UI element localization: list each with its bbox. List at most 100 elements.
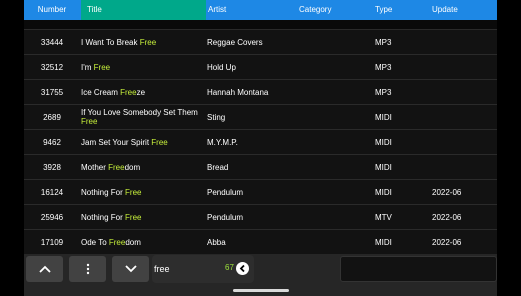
row-artist: Pendulum (207, 212, 244, 222)
row-update (432, 55, 492, 79)
table-row[interactable]: 25946 Nothing For Free Pendulum MTV 2022-06 (24, 205, 497, 230)
search-box: 67 (152, 255, 254, 283)
chevron-down-icon (124, 265, 137, 273)
search-match-highlight: Free (81, 117, 98, 126)
title-text-part: dom (125, 237, 141, 247)
row-type: MP3 (375, 62, 392, 72)
row-artist: M.Y.M.P. (207, 137, 238, 147)
table-row[interactable]: 31755 Ice Cream Freeze Hannah Montana MP3 (24, 80, 497, 105)
search-match-highlight: Free (139, 37, 157, 47)
title-text-part: Nothing For (81, 187, 126, 197)
table-row[interactable]: 3928 Mother Freedom Bread MIDI (24, 155, 497, 180)
row-update: 2022-06 (432, 212, 462, 222)
more-vertical-icon (86, 263, 89, 275)
row-title-text: I Want To Break Free (81, 38, 156, 47)
row-update (432, 105, 492, 129)
table-row[interactable]: 17109 Ode To Freedom Abba MIDI 2022-06 (24, 230, 497, 255)
title-text-part: ze (136, 87, 146, 97)
search-match-highlight: Free (108, 237, 126, 247)
row-update (432, 155, 492, 179)
header-artist[interactable]: Artist (208, 0, 226, 20)
row-type: MIDI (375, 237, 392, 247)
row-artist: Pendulum (207, 187, 244, 197)
row-title-text: I'm Free (81, 63, 110, 72)
info-panel (340, 256, 497, 282)
home-indicator[interactable] (233, 289, 289, 292)
table-row[interactable]: 2689 If You Love Somebody Set Them Free St… (24, 105, 497, 130)
header-type[interactable]: Type (375, 0, 392, 20)
row-title: I'm Free (81, 55, 199, 79)
search-match-highlight: Free (125, 212, 142, 222)
title-text-part: If You Love Somebody Set Them (81, 108, 198, 117)
scroll-up-button[interactable] (26, 256, 63, 282)
row-title-text: If You Love Somebody Set Them Free (81, 108, 199, 126)
row-title-text: Nothing For Free (81, 188, 141, 197)
table-row[interactable]: 16124 Nothing For Free Pendulum MIDI 2022-06 (24, 180, 497, 205)
row-type: MTV (375, 212, 392, 222)
search-result-count: 67 (225, 263, 234, 272)
row-artist: Abba (207, 237, 226, 247)
header-update[interactable]: Update (432, 0, 458, 20)
device-frame: Number Title Artist Category Type Update… (0, 0, 521, 296)
row-number: 2689 (43, 112, 61, 122)
song-list: 33444 I Want To Break Free Reggae Covers MP… (24, 20, 497, 255)
row-number: 31755 (40, 87, 64, 97)
row-type: MP3 (375, 37, 392, 47)
row-number: 17109 (40, 237, 64, 247)
search-input[interactable] (154, 261, 224, 277)
row-number: 16124 (40, 187, 64, 197)
row-title: I Want To Break Free (81, 30, 199, 54)
row-title: Mother Freedom (81, 155, 199, 179)
row-type: MIDI (375, 187, 392, 197)
row-number: 33444 (40, 37, 64, 47)
table-row[interactable]: 33444 I Want To Break Free Reggae Covers MP… (24, 30, 497, 55)
row-update: 2022-06 (432, 187, 462, 197)
row-number: 25946 (40, 212, 64, 222)
search-match-highlight: Free (120, 87, 137, 97)
bottom-toolbar: 67 (24, 254, 497, 296)
search-match-highlight: Free (125, 187, 142, 197)
table-row[interactable]: 9462 Jam Set Your Spirit Free M.Y.M.P. MIDI (24, 130, 497, 155)
row-title-text: Nothing For Free (81, 213, 141, 222)
title-text-part: dom (124, 162, 141, 172)
row-artist: Hold Up (207, 62, 236, 72)
row-artist: Sting (207, 112, 226, 122)
row-update (432, 80, 492, 104)
row-title: Nothing For Free (81, 205, 199, 229)
search-match-highlight: Free (108, 162, 125, 172)
scroll-down-button[interactable] (112, 256, 149, 282)
title-text-part: Ode To (81, 237, 109, 247)
row-title-text: Ode To Freedom (81, 238, 141, 247)
more-options-button[interactable] (69, 256, 106, 282)
title-text-part: Nothing For (81, 212, 126, 222)
title-text-part: I Want To Break (81, 37, 140, 47)
title-text-part: I'm (81, 62, 94, 72)
row-type: MIDI (375, 162, 392, 172)
header-number[interactable]: Number (24, 0, 80, 20)
list-top-spacer (24, 20, 497, 30)
clear-search-button[interactable] (236, 262, 249, 275)
row-type: MIDI (375, 112, 392, 122)
chevron-up-icon (38, 265, 51, 273)
row-artist: Reggae Covers (207, 37, 263, 47)
row-title: Ode To Freedom (81, 230, 199, 254)
search-match-highlight: Free (93, 62, 111, 72)
row-type: MIDI (375, 137, 392, 147)
title-text-part: Ice Cream (81, 87, 121, 97)
row-title: If You Love Somebody Set Them Free (81, 105, 199, 129)
row-artist: Bread (207, 162, 229, 172)
title-text-part: Jam Set Your Spirit (81, 137, 152, 147)
row-title-text: Mother Freedom (81, 163, 140, 172)
table-row[interactable]: 32512 I'm Free Hold Up MP3 (24, 55, 497, 80)
row-number: 3928 (43, 162, 61, 172)
row-title-text: Ice Cream Freeze (81, 88, 145, 97)
row-number: 9462 (43, 137, 61, 147)
row-update: 2022-06 (432, 237, 462, 247)
row-title: Ice Cream Freeze (81, 80, 199, 104)
header-category[interactable]: Category (299, 0, 331, 20)
table-header: Number Title Artist Category Type Update (24, 0, 497, 20)
title-text-part: Mother (81, 162, 109, 172)
app-screen: Number Title Artist Category Type Update… (24, 0, 497, 296)
row-type: MP3 (375, 87, 392, 97)
header-title[interactable]: Title (81, 0, 206, 20)
